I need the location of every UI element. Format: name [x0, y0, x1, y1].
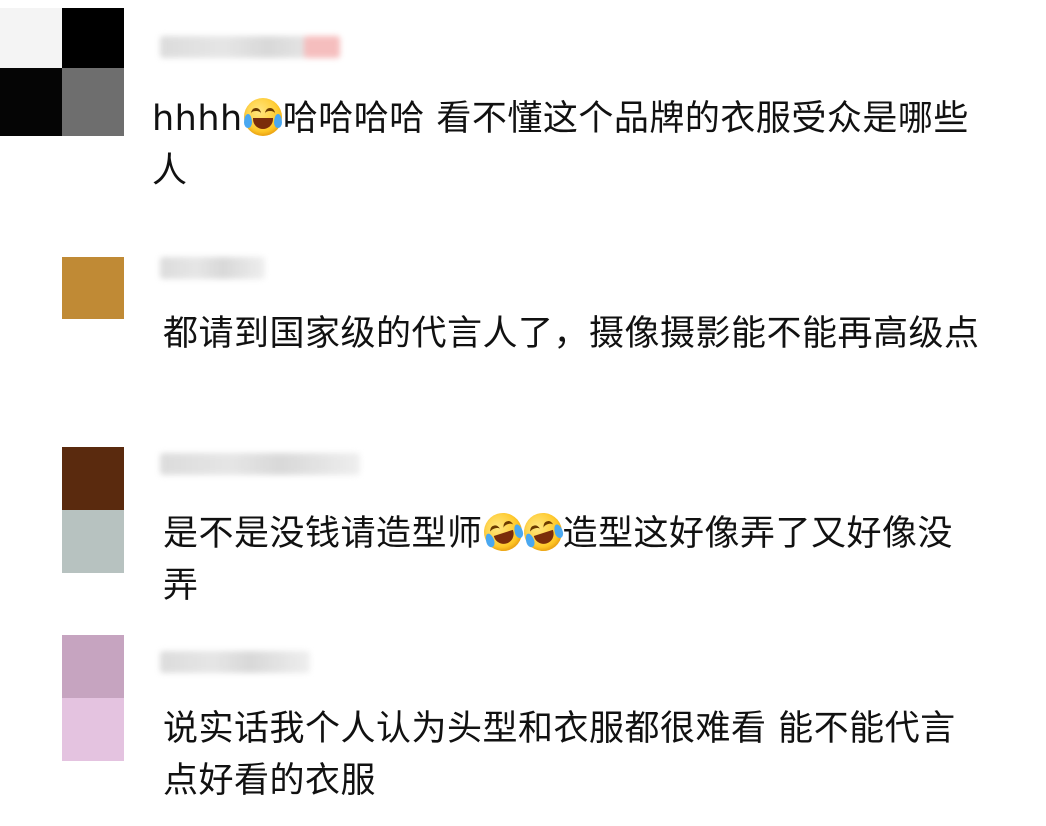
username[interactable]	[160, 453, 360, 475]
rolling-laughing-emoji-icon	[478, 508, 527, 556]
username[interactable]	[160, 36, 340, 58]
rolling-laughing-emoji-icon	[518, 508, 567, 556]
comment-text: 是不是没钱请造型师 造型这好像弄了又好像没弄	[163, 508, 983, 612]
username[interactable]	[160, 257, 265, 279]
username[interactable]	[160, 651, 310, 673]
avatar[interactable]	[62, 257, 124, 319]
avatar[interactable]	[62, 635, 124, 761]
comment-item: 都请到国家级的代言人了，摄像摄影能不能再高级点	[0, 215, 1046, 415]
comment-text: 都请到国家级的代言人了，摄像摄影能不能再高级点	[163, 314, 980, 354]
comment-text: hhhh 哈哈哈哈 看不懂这个品牌的衣服受众是哪些人	[152, 93, 1002, 197]
avatar[interactable]	[0, 0, 128, 136]
comment-item: 说实话我个人认为头型和衣服都很难看 能不能代言点好看的衣服	[0, 615, 1046, 826]
comment-text: 说实话我个人认为头型和衣服都很难看 能不能代言点好看的衣服	[163, 709, 956, 801]
comment-item: hhhh 哈哈哈哈 看不懂这个品牌的衣服受众是哪些人	[0, 0, 1046, 215]
avatar[interactable]	[62, 447, 124, 573]
username-tint	[304, 36, 340, 58]
comment-item: 是不是没钱请造型师 造型这好像弄了又好像没弄	[0, 415, 1046, 615]
joy-tears-emoji-icon	[243, 98, 282, 136]
comment-text-part: hhhh	[152, 99, 243, 139]
comment-text-part: 是不是没钱请造型师	[163, 514, 483, 554]
